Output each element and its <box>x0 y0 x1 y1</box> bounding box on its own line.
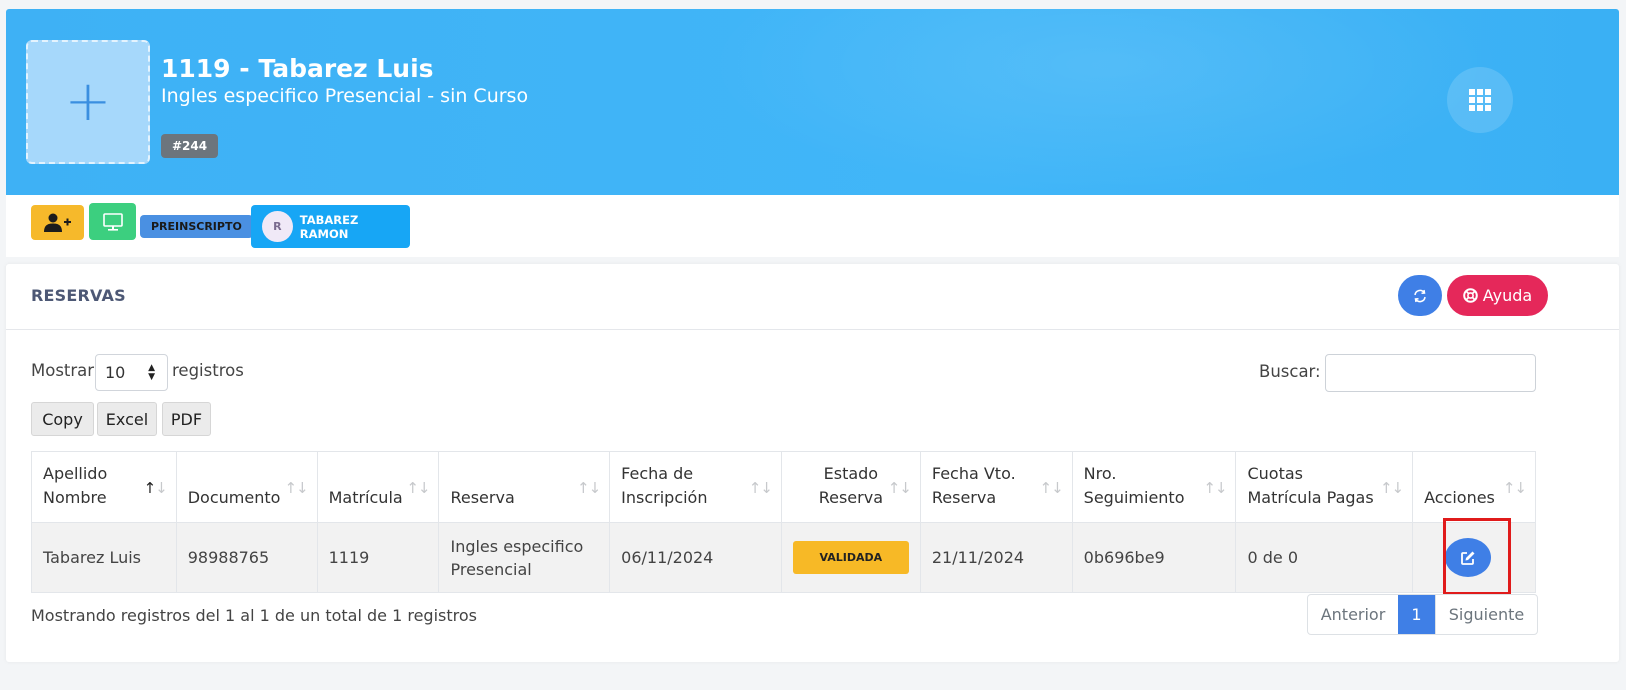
sort-icon: ↑↓ <box>748 479 773 497</box>
table-header-row: Apellido Nombre ↑↓ Documento ↑↓ Matrícula ↑↓… <box>31 451 1536 523</box>
column-header-acciones[interactable]: Acciones ↑↓ <box>1412 451 1536 523</box>
cell-estado: VALIDADA <box>780 522 921 593</box>
course-subtitle: Ingles especifico Presencial - sin Curso <box>161 85 529 107</box>
pdf-button[interactable]: PDF <box>162 402 211 436</box>
column-header-matricula[interactable]: Matrícula ↑↓ <box>316 451 440 523</box>
id-badge: #244 <box>161 134 219 158</box>
cell-documento: 98988765 <box>175 522 318 593</box>
sort-icon: ↑↓ <box>406 479 430 497</box>
cell-reserva-line2: Presencial <box>450 559 532 579</box>
grid-icon <box>1469 89 1491 111</box>
previous-page-button[interactable]: Anterior <box>1308 595 1398 634</box>
refresh-icon <box>1414 289 1426 302</box>
table-row: Tabarez Luis 98988765 1119 Ingles especi… <box>31 522 1536 593</box>
column-header-line1: Fecha Vto. <box>931 464 1016 483</box>
select-arrows-icon: ▲ ▼ <box>148 363 155 382</box>
copy-button[interactable]: Copy <box>31 402 94 436</box>
column-header-fecha-vto[interactable]: Fecha Vto. Reserva ↑↓ <box>919 451 1073 523</box>
reservas-table: Apellido Nombre ↑↓ Documento ↑↓ Matrícula ↑↓… <box>31 451 1536 593</box>
sort-icon: ↑↓ <box>1502 479 1527 497</box>
sort-icon: ↑↓ <box>1039 479 1064 497</box>
column-header-line2: Matrícula <box>328 488 403 507</box>
cell-fecha-vto: 21/11/2024 <box>919 522 1073 593</box>
sort-icon: ↑↓ <box>577 479 601 497</box>
sort-icon: ↑↓ <box>887 479 912 497</box>
help-label: Ayuda <box>1482 286 1533 305</box>
column-header-line2: Seguimiento <box>1083 488 1185 507</box>
records-label: registros <box>172 361 244 380</box>
person-name: TABAREZ RAMON <box>299 212 359 241</box>
cell-matricula: 1119 <box>316 522 440 593</box>
column-header-line2: Matrícula Pagas <box>1247 488 1374 507</box>
action-bar: PREINSCRIPTO R TABAREZ RAMON <box>6 195 1619 257</box>
page-size-value: 10 <box>105 363 126 382</box>
student-header: + 1119 - Tabarez Luis Ingles especifico … <box>6 9 1619 195</box>
column-header-estado[interactable]: Estado Reserva ↑↓ <box>780 451 921 523</box>
page-size-select[interactable]: 10 ▲ ▼ <box>95 354 168 391</box>
column-header-line1: Fecha de <box>621 464 694 483</box>
cell-seguimiento: 0b696be9 <box>1071 522 1237 593</box>
column-header-line1: Estado <box>823 464 879 483</box>
avatar: R <box>262 211 293 242</box>
sort-icon: ↑↓ <box>1379 479 1404 497</box>
pagination: Anterior 1 Siguiente <box>1307 594 1538 635</box>
column-header-nombre[interactable]: Apellido Nombre ↑↓ <box>31 451 177 523</box>
help-button[interactable]: Ayuda <box>1447 275 1548 316</box>
photo-upload[interactable]: + <box>26 40 150 164</box>
header-background-texture <box>706 9 1506 195</box>
sort-icon: ↑↓ <box>143 479 168 497</box>
edit-button-highlight <box>1443 518 1511 595</box>
status-badge: PREINSCRIPTO <box>140 215 253 238</box>
column-header-line2: Inscripción <box>621 488 708 507</box>
sort-icon: ↑↓ <box>1203 479 1227 497</box>
cell-reserva: Ingles especifico Presencial <box>438 522 611 593</box>
search-input[interactable] <box>1325 354 1536 392</box>
add-user-icon <box>43 213 71 232</box>
cell-reserva-line1: Ingles especifico <box>450 536 584 556</box>
cell-cuotas: 0 de 0 <box>1235 522 1414 593</box>
column-header-line2: Reserva <box>931 488 997 507</box>
card-title: RESERVAS <box>31 286 126 305</box>
apps-menu-button[interactable] <box>1447 67 1513 133</box>
column-header-documento[interactable]: Documento ↑↓ <box>175 451 318 523</box>
column-header-reserva[interactable]: Reserva ↑↓ <box>438 451 611 523</box>
column-header-line1: Cuotas <box>1247 464 1303 483</box>
column-header-seguimiento[interactable]: Nro. Seguimiento ↑↓ <box>1071 451 1237 523</box>
reservas-card: RESERVAS Ayuda Mostrar 10 ▲ ▼ registros B… <box>6 264 1619 662</box>
column-header-line2: Reserva <box>818 488 883 507</box>
column-header-line2: Reserva <box>450 488 515 507</box>
add-user-button[interactable] <box>31 205 84 240</box>
search-label: Buscar: <box>1259 362 1321 381</box>
column-header-cuotas[interactable]: Cuotas Matrícula Pagas ↑↓ <box>1235 451 1414 523</box>
column-header-line1: Apellido <box>43 464 108 483</box>
person-chip[interactable]: R TABAREZ RAMON <box>251 205 410 248</box>
show-label: Mostrar <box>31 361 95 380</box>
column-header-line2: Nombre <box>43 488 107 507</box>
refresh-button[interactable] <box>1398 275 1442 316</box>
table-info: Mostrando registros del 1 al 1 de un tot… <box>31 606 477 625</box>
monitor-button[interactable] <box>89 203 136 240</box>
next-page-button[interactable]: Siguiente <box>1435 595 1537 634</box>
excel-button[interactable]: Excel <box>97 402 157 436</box>
student-title: 1119 - Tabarez Luis <box>161 54 434 83</box>
column-header-line1: Nro. <box>1083 464 1117 483</box>
column-header-line2: Acciones <box>1424 488 1495 507</box>
card-header: RESERVAS Ayuda <box>6 264 1619 330</box>
lifebuoy-icon <box>1462 288 1478 303</box>
sort-icon: ↑↓ <box>284 479 308 497</box>
column-header-fecha-inscripcion[interactable]: Fecha de Inscripción ↑↓ <box>609 451 782 523</box>
monitor-icon <box>102 212 123 231</box>
column-header-line2: Documento <box>187 488 281 507</box>
status-badge: VALIDADA <box>792 541 909 574</box>
cell-fecha-inscripcion: 06/11/2024 <box>609 522 782 593</box>
cell-nombre: Tabarez Luis <box>31 522 177 593</box>
plus-icon: + <box>64 69 112 134</box>
page-1-button[interactable]: 1 <box>1398 595 1435 634</box>
